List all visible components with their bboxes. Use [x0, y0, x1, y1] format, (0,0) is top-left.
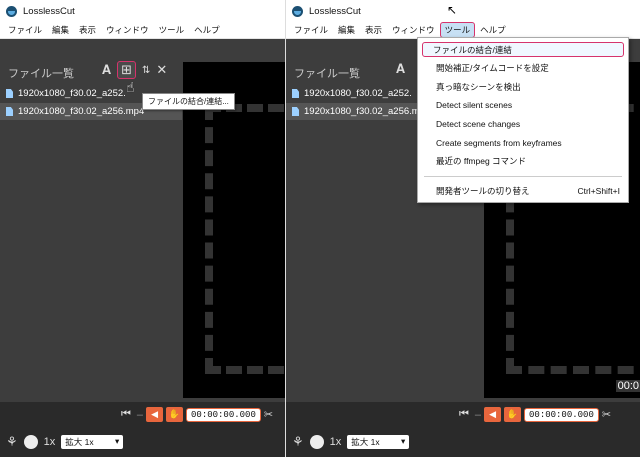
zoom-multiplier: 1x — [43, 436, 56, 448]
zoom-select[interactable]: 拡大 1x ▾ — [61, 435, 124, 449]
pointer-cursor-icon: ↖ — [447, 3, 458, 17]
menu-tools[interactable]: ツール — [154, 22, 190, 38]
title-bar: LosslessCut — [286, 0, 640, 22]
app-logo-icon — [292, 5, 303, 17]
merge-tooltip: ファイルの結合/連結... — [142, 93, 235, 110]
menu-item-keyframe-segments[interactable]: Create segments from keyframes — [418, 133, 628, 152]
menu-item-recent-ffmpeg[interactable]: 最近の ffmpeg コマンド — [418, 152, 628, 171]
menu-item-detect-scene[interactable]: Detect scene changes — [418, 115, 628, 134]
window-title: LosslessCut — [23, 5, 75, 17]
zoom-select[interactable]: 拡大 1x ▾ — [347, 435, 410, 449]
set-cut-start-button[interactable]: ◀ — [146, 407, 164, 422]
chevron-down-icon: ▾ — [401, 436, 406, 446]
file-list-toolbar: 𝐀 ⊞ ⇅ ✕ — [102, 61, 167, 79]
video-player[interactable] — [183, 62, 285, 398]
jump-start-icon[interactable]: ⏮ — [121, 408, 131, 421]
menu-file[interactable]: ファイル — [289, 22, 333, 38]
yin-yang-icon[interactable] — [309, 435, 324, 449]
devtools-label: 開発者ツールの切り替え — [436, 185, 530, 196]
zoom-multiplier: 1x — [329, 436, 342, 448]
menu-edit[interactable]: 編集 — [333, 22, 360, 38]
playback-controls: ⏮ – ◀ ✋ 00:00:00.000 ✂ — [0, 402, 285, 427]
file-name: 1920x1080_f30.02_a256.mp4 — [304, 106, 431, 117]
tools-menu-dropdown: ファイルの結合/連結 開始補正/タイムコードを設定 真っ暗なシーンを検出 Det… — [417, 37, 629, 204]
cut-start-hand-button[interactable]: ✋ — [504, 407, 522, 422]
right-window: LosslessCut ファイル 編集 表示 ウィンドウ ツール ヘルプ ↖ フ… — [285, 0, 640, 457]
file-list-header: ファイル一覧 — [8, 68, 74, 80]
menu-tools[interactable]: ツール — [439, 22, 476, 38]
sort-icon[interactable]: 𝐀 — [102, 62, 111, 78]
player-timecode: 00:0 — [615, 380, 640, 392]
jump-start-icon[interactable]: ⏮ — [459, 408, 469, 421]
close-icon[interactable]: ✕ — [156, 62, 167, 78]
file-icon — [6, 89, 13, 98]
menu-item-detect-black[interactable]: 真っ暗なシーンを検出 — [418, 78, 628, 97]
hand-cursor-icon: ☝ — [126, 79, 135, 95]
playback-controls: ⏮ – ◀ ✋ 00:00:00.000 ✂ — [286, 402, 640, 427]
menu-view[interactable]: 表示 — [74, 22, 101, 38]
window-title: LosslessCut — [309, 5, 361, 17]
sort-icon[interactable]: 𝐀 — [396, 61, 405, 77]
bottom-bar: ⚘ 1x 拡大 1x ▾ — [286, 427, 640, 457]
app-logo-icon — [6, 5, 17, 17]
title-bar: LosslessCut — [0, 0, 285, 22]
yin-yang-icon[interactable] — [23, 435, 38, 449]
sort-az-icon[interactable]: ⇅ — [142, 65, 150, 76]
chevron-down-icon: ▾ — [115, 436, 120, 446]
menu-view[interactable]: 表示 — [360, 22, 387, 38]
timecode-input[interactable]: 00:00:00.000 — [524, 407, 599, 422]
file-name: 1920x1080_f30.02_a252. — [18, 88, 126, 99]
menu-item-devtools[interactable]: 開発者ツールの切り替え Ctrl+Shift+I — [418, 182, 628, 201]
menu-window[interactable]: ウィンドウ — [387, 22, 440, 38]
menu-edit[interactable]: 編集 — [47, 22, 74, 38]
file-name: 1920x1080_f30.02_a256.mp4 — [18, 106, 145, 117]
left-window: LosslessCut ファイル 編集 表示 ウィンドウ ツール ヘルプ ファイ… — [0, 0, 285, 457]
menu-help[interactable]: ヘルプ — [475, 22, 511, 38]
person-icon[interactable]: ⚘ — [6, 434, 18, 450]
devtools-shortcut: Ctrl+Shift+I — [577, 185, 620, 196]
key-icon[interactable]: ✂ — [264, 408, 273, 421]
menu-item-set-timecode[interactable]: 開始補正/タイムコードを設定 — [418, 59, 628, 78]
file-list-header: ファイル一覧 — [294, 68, 360, 80]
menu-bar: ファイル 編集 表示 ウィンドウ ツール ヘルプ — [0, 22, 285, 39]
merge-files-button[interactable]: ⊞ — [117, 61, 136, 79]
file-icon — [292, 89, 299, 98]
file-icon — [6, 107, 13, 116]
timecode-input[interactable]: 00:00:00.000 — [186, 407, 261, 422]
menu-item-detect-silent[interactable]: Detect silent scenes — [418, 96, 628, 115]
file-name: 1920x1080_f30.02_a252. — [304, 88, 412, 99]
menu-separator — [424, 175, 622, 177]
set-cut-start-button[interactable]: ◀ — [484, 407, 502, 422]
menu-help[interactable]: ヘルプ — [189, 22, 225, 38]
file-icon — [292, 107, 299, 116]
video-frame — [205, 104, 285, 374]
menu-item-merge-files[interactable]: ファイルの結合/連結 — [422, 42, 624, 57]
person-icon[interactable]: ⚘ — [292, 434, 304, 450]
menu-window[interactable]: ウィンドウ — [101, 22, 154, 38]
key-icon[interactable]: ✂ — [602, 408, 611, 421]
menu-file[interactable]: ファイル — [3, 22, 47, 38]
bottom-bar: ⚘ 1x 拡大 1x ▾ — [0, 427, 285, 457]
cut-start-hand-button[interactable]: ✋ — [166, 407, 184, 422]
file-list-toolbar: 𝐀 — [396, 61, 405, 77]
